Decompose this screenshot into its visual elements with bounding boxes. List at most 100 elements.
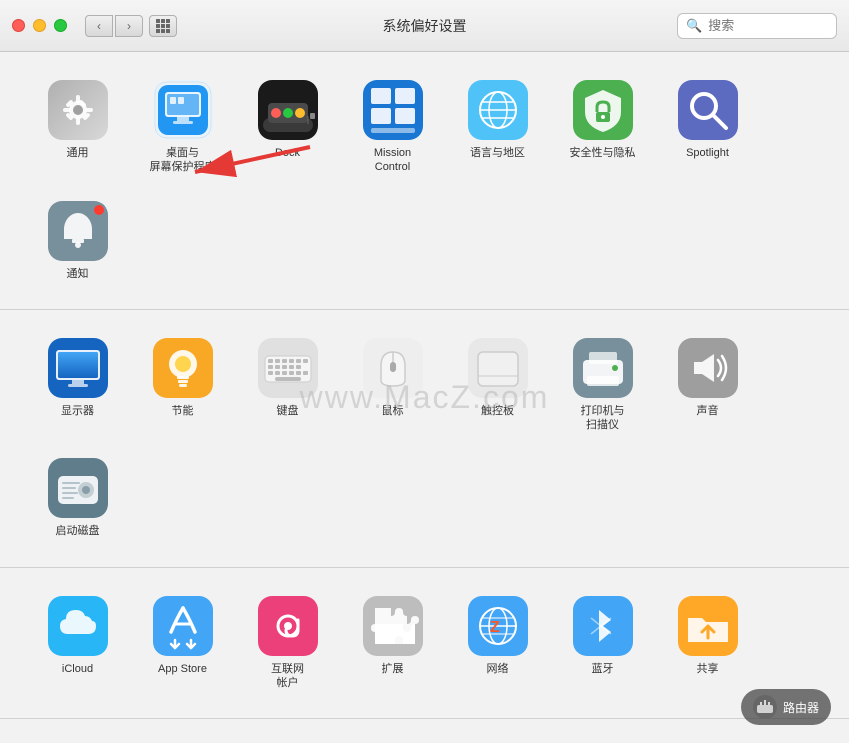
security-icon — [573, 80, 633, 140]
item-network[interactable]: Z 网络 — [450, 588, 545, 699]
mouse-icon — [363, 338, 423, 398]
router-icon — [753, 695, 777, 719]
search-icon: 🔍 — [686, 18, 702, 34]
maximize-button[interactable] — [54, 19, 67, 32]
spotlight-icon — [678, 80, 738, 140]
close-button[interactable] — [12, 19, 25, 32]
mouse-label: 鼠标 — [382, 404, 404, 418]
section-personal: 通用 — [0, 52, 849, 310]
section-internet: iCloud — [0, 568, 849, 720]
desktop-icon — [153, 80, 213, 140]
network-label: 网络 — [487, 662, 509, 676]
search-bar[interactable]: 🔍 — [677, 13, 837, 39]
item-security[interactable]: 安全性与隐私 — [555, 72, 650, 183]
trackpad-icon — [468, 338, 528, 398]
security-label: 安全性与隐私 — [570, 146, 636, 160]
spotlight-label: Spotlight — [686, 146, 729, 160]
search-input[interactable] — [708, 18, 828, 33]
section-system: 用户与群组 家长控制 — [0, 719, 849, 743]
notification-icon — [48, 201, 108, 261]
forward-button[interactable]: › — [115, 15, 143, 37]
item-dock[interactable]: Dock — [240, 72, 335, 183]
item-bluetooth[interactable]: 蓝牙 — [555, 588, 650, 699]
item-users[interactable]: 用户与群组 — [30, 739, 125, 743]
item-mouse[interactable]: 鼠标 — [345, 330, 440, 441]
window-title: 系统偏好设置 — [383, 16, 467, 36]
item-sharing[interactable]: 共享 — [660, 588, 755, 699]
language-icon — [468, 80, 528, 140]
internet-icon — [258, 596, 318, 656]
item-display[interactable]: 显示器 — [30, 330, 125, 441]
item-printer[interactable]: 打印机与扫描仪 — [555, 330, 650, 441]
dock-label: Dock — [275, 146, 300, 160]
appstore-icon — [153, 596, 213, 656]
item-siri[interactable]: Siri — [240, 739, 335, 743]
icloud-label: iCloud — [62, 662, 93, 676]
notification-label: 通知 — [67, 267, 89, 281]
item-spotlight[interactable]: Spotlight — [660, 72, 755, 183]
language-label: 语言与地区 — [470, 146, 525, 160]
internet-label: 互联网帐户 — [271, 662, 304, 691]
item-energy[interactable]: 节能 — [135, 330, 230, 441]
icloud-icon — [48, 596, 108, 656]
mission-icon — [363, 80, 423, 140]
printer-icon — [573, 338, 633, 398]
item-general[interactable]: 通用 — [30, 72, 125, 183]
bottom-badge: 路由器 — [741, 689, 831, 725]
item-startup[interactable]: 启动磁盘 — [30, 450, 125, 546]
extensions-icon — [363, 596, 423, 656]
item-appstore[interactable]: App Store — [135, 588, 230, 699]
item-trackpad[interactable]: 触控板 — [450, 330, 545, 441]
sharing-icon — [678, 596, 738, 656]
grid-view-button[interactable] — [149, 15, 177, 37]
keyboard-label: 键盘 — [277, 404, 299, 418]
trackpad-label: 触控板 — [481, 404, 514, 418]
svg-text:Z: Z — [490, 619, 500, 636]
item-date[interactable]: 18 三四五六日一二 日期与时间 — [345, 739, 440, 743]
title-bar: ‹ › 系统偏好设置 🔍 — [0, 0, 849, 52]
item-parental[interactable]: 家长控制 — [135, 739, 230, 743]
item-timemachine[interactable]: Time Machine — [450, 739, 545, 743]
icon-grid-system: 用户与群组 家长控制 — [30, 739, 819, 743]
sound-label: 声音 — [697, 404, 719, 418]
energy-icon — [153, 338, 213, 398]
display-label: 显示器 — [61, 404, 94, 418]
badge-label: 路由器 — [783, 699, 819, 716]
main-content: 通用 — [0, 52, 849, 743]
item-extensions[interactable]: 扩展 — [345, 588, 440, 699]
item-language[interactable]: 语言与地区 — [450, 72, 545, 183]
bluetooth-icon — [573, 596, 633, 656]
energy-label: 节能 — [172, 404, 194, 418]
startup-label: 启动磁盘 — [56, 524, 100, 538]
sharing-label: 共享 — [697, 662, 719, 676]
minimize-button[interactable] — [33, 19, 46, 32]
back-button[interactable]: ‹ — [85, 15, 113, 37]
dock-icon — [258, 80, 318, 140]
mission-label: MissionControl — [374, 146, 411, 175]
extensions-label: 扩展 — [382, 662, 404, 676]
item-notification[interactable]: 通知 — [30, 193, 125, 289]
item-internet[interactable]: 互联网帐户 — [240, 588, 335, 699]
startup-icon — [48, 458, 108, 518]
item-desktop[interactable]: 桌面与屏幕保护程序 — [135, 72, 230, 183]
item-accessibility[interactable]: 辅助功能 — [555, 739, 650, 743]
display-icon — [48, 338, 108, 398]
icon-grid-personal: 通用 — [30, 72, 819, 289]
network-icon: Z — [468, 596, 528, 656]
item-icloud[interactable]: iCloud — [30, 588, 125, 699]
general-icon — [48, 80, 108, 140]
nav-buttons: ‹ › — [85, 15, 143, 37]
item-keyboard[interactable]: 键盘 — [240, 330, 335, 441]
appstore-label: App Store — [158, 662, 207, 676]
grid-icon — [156, 19, 170, 33]
icon-grid-hardware: 显示器 节能 — [30, 330, 819, 547]
bluetooth-label: 蓝牙 — [592, 662, 614, 676]
traffic-lights — [12, 19, 67, 32]
sound-icon — [678, 338, 738, 398]
printer-label: 打印机与扫描仪 — [581, 404, 625, 433]
general-label: 通用 — [67, 146, 89, 160]
icon-grid-internet: iCloud — [30, 588, 819, 699]
item-mission[interactable]: MissionControl — [345, 72, 440, 183]
item-sound[interactable]: 声音 — [660, 330, 755, 441]
keyboard-icon — [258, 338, 318, 398]
